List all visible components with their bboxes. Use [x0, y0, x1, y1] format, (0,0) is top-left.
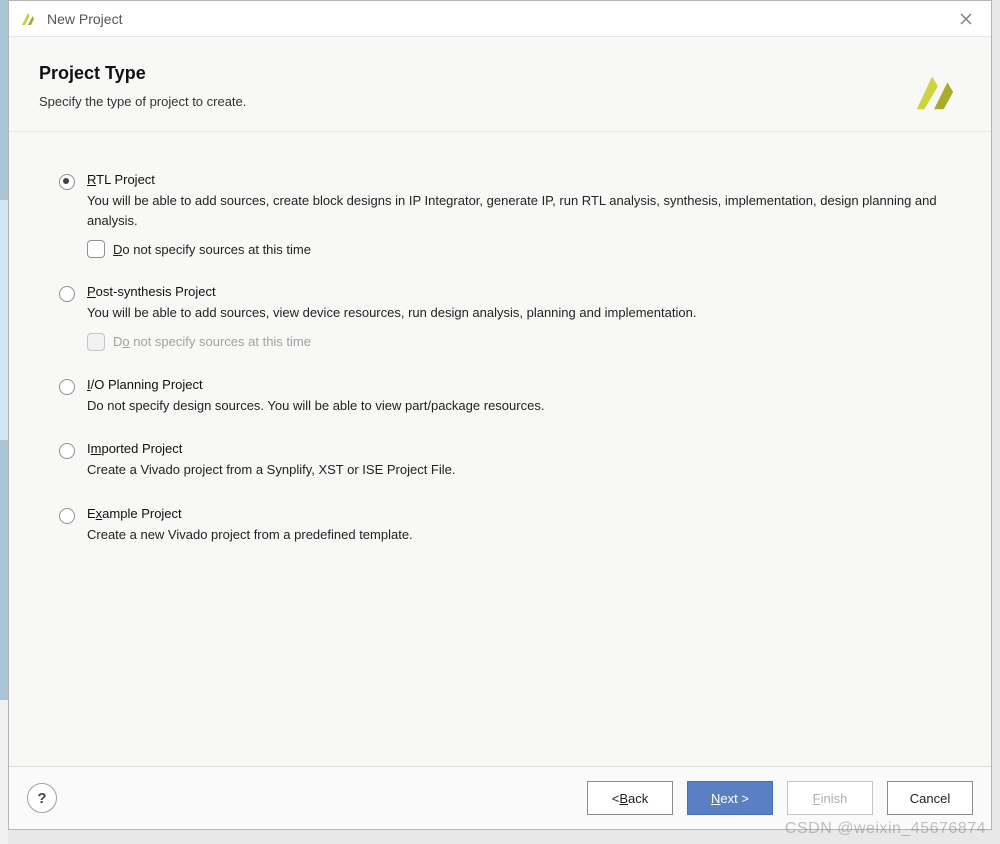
close-button[interactable] — [949, 6, 983, 32]
option-rtl: RTL Project You will be able to add sour… — [59, 172, 957, 258]
vivado-logo-icon — [911, 69, 957, 115]
new-project-dialog: New Project Project Type Specify the typ… — [8, 0, 992, 830]
help-button[interactable]: ? — [27, 783, 57, 813]
radio-post-synthesis[interactable] — [59, 286, 75, 302]
back-button[interactable]: < Back — [587, 781, 673, 815]
option-imported-title: Imported Project — [87, 441, 957, 456]
option-post-title: Post-synthesis Project — [87, 284, 957, 299]
radio-example[interactable] — [59, 508, 75, 524]
option-example-title: Example Project — [87, 506, 957, 521]
option-example: Example Project Create a new Vivado proj… — [59, 506, 957, 545]
checkbox-rtl-no-sources-label: Do not specify sources at this time — [113, 242, 311, 257]
dialog-title: New Project — [47, 11, 949, 27]
next-button[interactable]: Next > — [687, 781, 773, 815]
close-icon — [960, 13, 972, 25]
option-io-title: I/O Planning Project — [87, 377, 957, 392]
vivado-icon — [19, 10, 37, 28]
checkbox-rtl-no-sources[interactable] — [87, 240, 105, 258]
option-imported-desc: Create a Vivado project from a Synplify,… — [87, 460, 957, 480]
option-post-synthesis: Post-synthesis Project You will be able … — [59, 284, 957, 351]
option-example-desc: Create a new Vivado project from a prede… — [87, 525, 957, 545]
option-io-planning: I/O Planning Project Do not specify desi… — [59, 377, 957, 416]
radio-io-planning[interactable] — [59, 379, 75, 395]
finish-button: Finish — [787, 781, 873, 815]
radio-imported[interactable] — [59, 443, 75, 459]
radio-rtl[interactable] — [59, 174, 75, 190]
header: Project Type Specify the type of project… — [9, 37, 991, 132]
page-title: Project Type — [39, 63, 911, 84]
cancel-button[interactable]: Cancel — [887, 781, 973, 815]
option-imported: Imported Project Create a Vivado project… — [59, 441, 957, 480]
options-area: RTL Project You will be able to add sour… — [9, 132, 991, 766]
checkbox-post-no-sources-label: Do not specify sources at this time — [113, 334, 311, 349]
footer: ? < Back Next > Finish Cancel — [9, 766, 991, 829]
page-subtitle: Specify the type of project to create. — [39, 94, 911, 109]
option-post-desc: You will be able to add sources, view de… — [87, 303, 957, 323]
option-io-desc: Do not specify design sources. You will … — [87, 396, 957, 416]
checkbox-post-no-sources — [87, 333, 105, 351]
titlebar: New Project — [9, 1, 991, 37]
option-rtl-desc: You will be able to add sources, create … — [87, 191, 957, 230]
option-rtl-title: RTL Project — [87, 172, 957, 187]
